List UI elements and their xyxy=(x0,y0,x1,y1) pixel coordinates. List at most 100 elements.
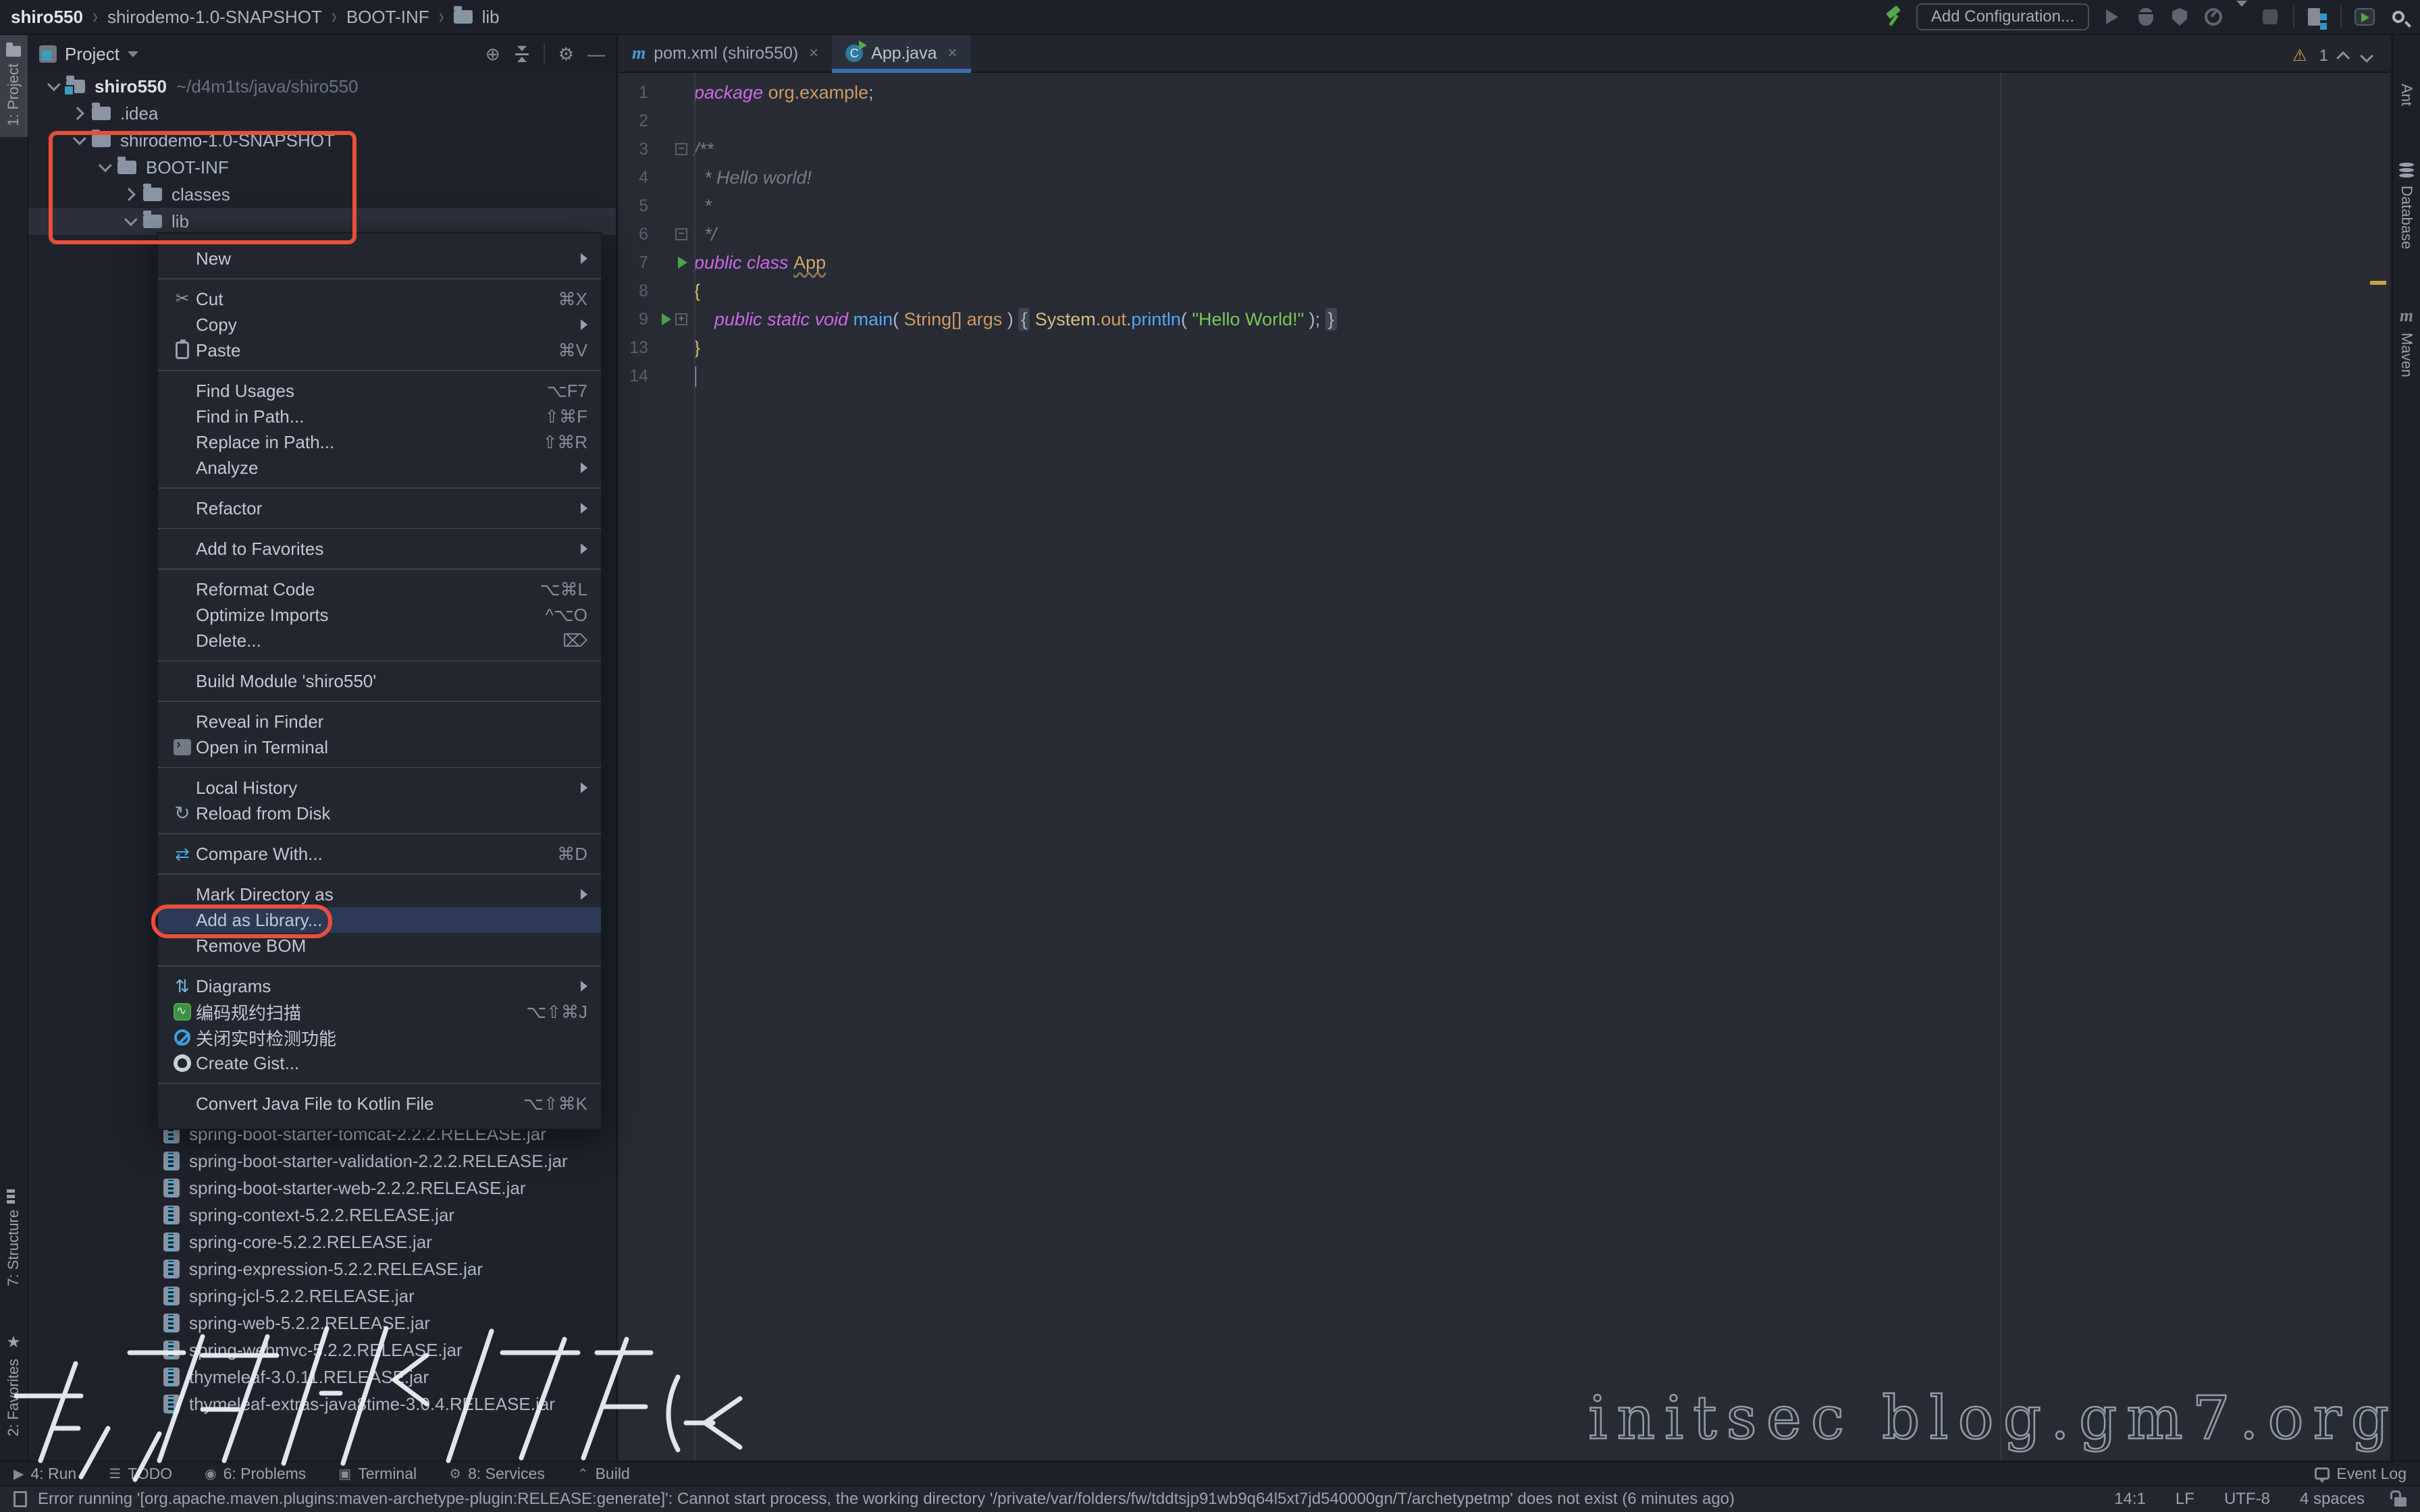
menu-item-refactor[interactable]: Refactor xyxy=(158,495,601,521)
menu-item-analyze[interactable]: Analyze xyxy=(158,455,601,481)
tool-window-button-database[interactable]: Database xyxy=(2392,152,2420,260)
tool-window-button-favorites[interactable]: ★2: Favorites xyxy=(0,1322,28,1447)
profiler-dropdown-icon[interactable] xyxy=(2236,7,2247,28)
add-configuration-button[interactable]: Add Configuration... xyxy=(1916,3,2089,30)
menu-item-find-in-path[interactable]: Find in Path...⇧⌘F xyxy=(158,404,601,429)
code-line[interactable]: 3−/** xyxy=(619,135,2390,163)
run-anything-icon[interactable] xyxy=(2354,6,2375,28)
code-line[interactable]: 7public class App xyxy=(619,248,2390,277)
collapse-all-icon[interactable] xyxy=(514,46,530,62)
tree-row[interactable]: shirodemo-1.0-SNAPSHOT xyxy=(28,127,616,154)
hide-icon[interactable]: — xyxy=(587,44,605,65)
tree-row-jar[interactable]: spring-context-5.2.2.RELEASE.jar xyxy=(28,1202,616,1228)
menu-item-paste[interactable]: Paste⌘V xyxy=(158,338,601,363)
run-icon[interactable] xyxy=(2101,6,2123,28)
code-line[interactable]: 4 * Hello world! xyxy=(619,163,2390,192)
status-message[interactable]: Error running '[org.apache.maven.plugins… xyxy=(38,1490,1735,1509)
code-line[interactable]: 6− */ xyxy=(619,220,2390,248)
tool-window-button-ant[interactable]: Ant xyxy=(2392,73,2420,117)
inspection-widget[interactable]: ⚠ 1 xyxy=(2292,46,2371,65)
menu-item-remove-bom[interactable]: Remove BOM xyxy=(158,933,601,959)
menu-item-add-to-favorites[interactable]: Add to Favorites xyxy=(158,536,601,562)
tree-row-jar[interactable]: spring-expression-5.2.2.RELEASE.jar xyxy=(28,1256,616,1282)
run-icon[interactable] xyxy=(678,256,687,269)
menu-item-diagrams[interactable]: Diagrams xyxy=(158,973,601,999)
tree-row-jar[interactable]: spring-boot-starter-web-2.2.2.RELEASE.ja… xyxy=(28,1174,616,1202)
debug-icon[interactable] xyxy=(2135,6,2157,28)
chevron-right-icon[interactable] xyxy=(122,188,136,201)
tool-window-button-6-problems[interactable]: ◉6: Problems xyxy=(205,1465,306,1483)
tool-window-button-8-services[interactable]: ⚙8: Services xyxy=(449,1465,545,1483)
breadcrumb-item[interactable]: shirodemo-1.0-SNAPSHOT xyxy=(107,7,322,28)
next-warning-icon[interactable] xyxy=(2360,49,2373,63)
menu-item-create-gist[interactable]: Create Gist... xyxy=(158,1050,601,1076)
tree-row[interactable]: .idea xyxy=(28,100,616,127)
fold-icon[interactable]: + xyxy=(675,313,687,325)
tool-window-button-terminal[interactable]: ▣Terminal xyxy=(338,1465,417,1483)
menu-item-reload-from-disk[interactable]: Reload from Disk xyxy=(158,801,601,826)
fold-icon[interactable]: − xyxy=(675,143,687,155)
menu-item-reformat-code[interactable]: Reformat Code⌥⌘L xyxy=(158,576,601,602)
profiler-icon[interactable] xyxy=(2203,6,2224,28)
menu-item-new[interactable]: New xyxy=(158,246,601,271)
tool-window-button-build[interactable]: ⌃Build xyxy=(577,1465,630,1483)
chevron-down-icon[interactable] xyxy=(73,132,86,145)
readonly-lock-icon[interactable] xyxy=(2394,1497,2406,1507)
prev-warning-icon[interactable] xyxy=(2336,51,2350,64)
tab-pom-xml-shiro550-[interactable]: mpom.xml (shiro550)× xyxy=(619,35,832,72)
menu-item-find-usages[interactable]: Find Usages⌥F7 xyxy=(158,378,601,404)
tree-row-jar[interactable]: thymeleaf-3.0.11.RELEASE.jar xyxy=(28,1364,616,1390)
menu-item-add-as-library[interactable]: Add as Library... xyxy=(158,907,601,933)
menu-item-cut[interactable]: Cut⌘X xyxy=(158,286,601,312)
tree-row-jar[interactable]: spring-jcl-5.2.2.RELEASE.jar xyxy=(28,1282,616,1310)
tree-row-jar[interactable]: thymeleaf-extras-java8time-3.0.4.RELEASE… xyxy=(28,1390,616,1418)
coverage-icon[interactable] xyxy=(2169,6,2190,28)
menu-item-replace-in-path[interactable]: Replace in Path...⇧⌘R xyxy=(158,429,601,455)
tree-row[interactable]: BOOT-INF xyxy=(28,154,616,181)
event-log-button[interactable]: Event Log xyxy=(2315,1465,2406,1483)
code-line[interactable]: 13} xyxy=(619,333,2390,362)
line-ending[interactable]: LF xyxy=(2176,1490,2194,1509)
menu-item-reveal-in-finder[interactable]: Reveal in Finder xyxy=(158,709,601,734)
caret-position[interactable]: 14:1 xyxy=(2114,1490,2146,1509)
file-encoding[interactable]: UTF-8 xyxy=(2224,1490,2270,1509)
locate-icon[interactable]: ⊕ xyxy=(485,44,500,65)
menu-item-open-in-terminal[interactable]: Open in Terminal xyxy=(158,734,601,760)
menu-item-build-module-shiro550[interactable]: Build Module 'shiro550' xyxy=(158,668,601,694)
warning-stripe-mark[interactable] xyxy=(2370,281,2386,285)
code-line[interactable]: 1package org.example; xyxy=(619,78,2390,107)
menu-item-编码规约扫描[interactable]: 编码规约扫描⌥⇧⌘J xyxy=(158,999,601,1025)
menu-item-mark-directory-as[interactable]: Mark Directory as xyxy=(158,882,601,907)
menu-item-convert-java-file-to-kotlin-file[interactable]: Convert Java File to Kotlin File⌥⇧⌘K xyxy=(158,1091,601,1116)
tree-row[interactable]: shiro550~/d4m1ts/java/shiro550 xyxy=(28,73,616,100)
tree-row-jar[interactable]: spring-webmvc-5.2.2.RELEASE.jar xyxy=(28,1336,616,1364)
chevron-down-icon[interactable] xyxy=(47,78,61,91)
menu-item-compare-with[interactable]: Compare With...⌘D xyxy=(158,841,601,867)
tab-app-java[interactable]: CApp.java× xyxy=(832,35,970,72)
tree-row-jar[interactable]: spring-boot-starter-validation-2.2.2.REL… xyxy=(28,1148,616,1174)
tree-row[interactable]: classes xyxy=(28,181,616,208)
indent-setting[interactable]: 4 spaces xyxy=(2300,1490,2365,1509)
tool-window-button-todo[interactable]: ☰TODO xyxy=(109,1465,172,1483)
code-line[interactable]: 14 xyxy=(619,362,2390,390)
close-icon[interactable]: × xyxy=(948,44,957,63)
project-structure-icon[interactable] xyxy=(2307,6,2328,28)
tool-window-button-project[interactable]: 1: Project xyxy=(0,35,28,137)
chevron-down-icon[interactable] xyxy=(128,51,138,57)
close-icon[interactable]: × xyxy=(809,44,818,63)
chevron-down-icon[interactable] xyxy=(99,159,112,172)
settings-icon[interactable]: ⚙ xyxy=(558,44,574,65)
build-hammer-icon[interactable] xyxy=(1883,6,1904,28)
code-line[interactable]: 5 * xyxy=(619,192,2390,220)
breadcrumb-item[interactable]: shiro550 xyxy=(11,7,83,28)
run-icon[interactable] xyxy=(662,313,671,325)
window-icon[interactable] xyxy=(14,1491,27,1507)
search-everywhere-icon[interactable] xyxy=(2388,6,2409,28)
menu-item-optimize-imports[interactable]: Optimize Imports^⌥O xyxy=(158,602,601,628)
code-line[interactable]: 2 xyxy=(619,107,2390,135)
tool-window-button-maven[interactable]: mMaven xyxy=(2392,295,2420,388)
tree-row-jar[interactable]: spring-core-5.2.2.RELEASE.jar xyxy=(28,1228,616,1256)
tool-window-button-4-run[interactable]: ▶4: Run xyxy=(14,1465,76,1483)
code-line[interactable]: 8{ xyxy=(619,277,2390,305)
breadcrumb-item[interactable]: BOOT-INF xyxy=(346,7,429,28)
